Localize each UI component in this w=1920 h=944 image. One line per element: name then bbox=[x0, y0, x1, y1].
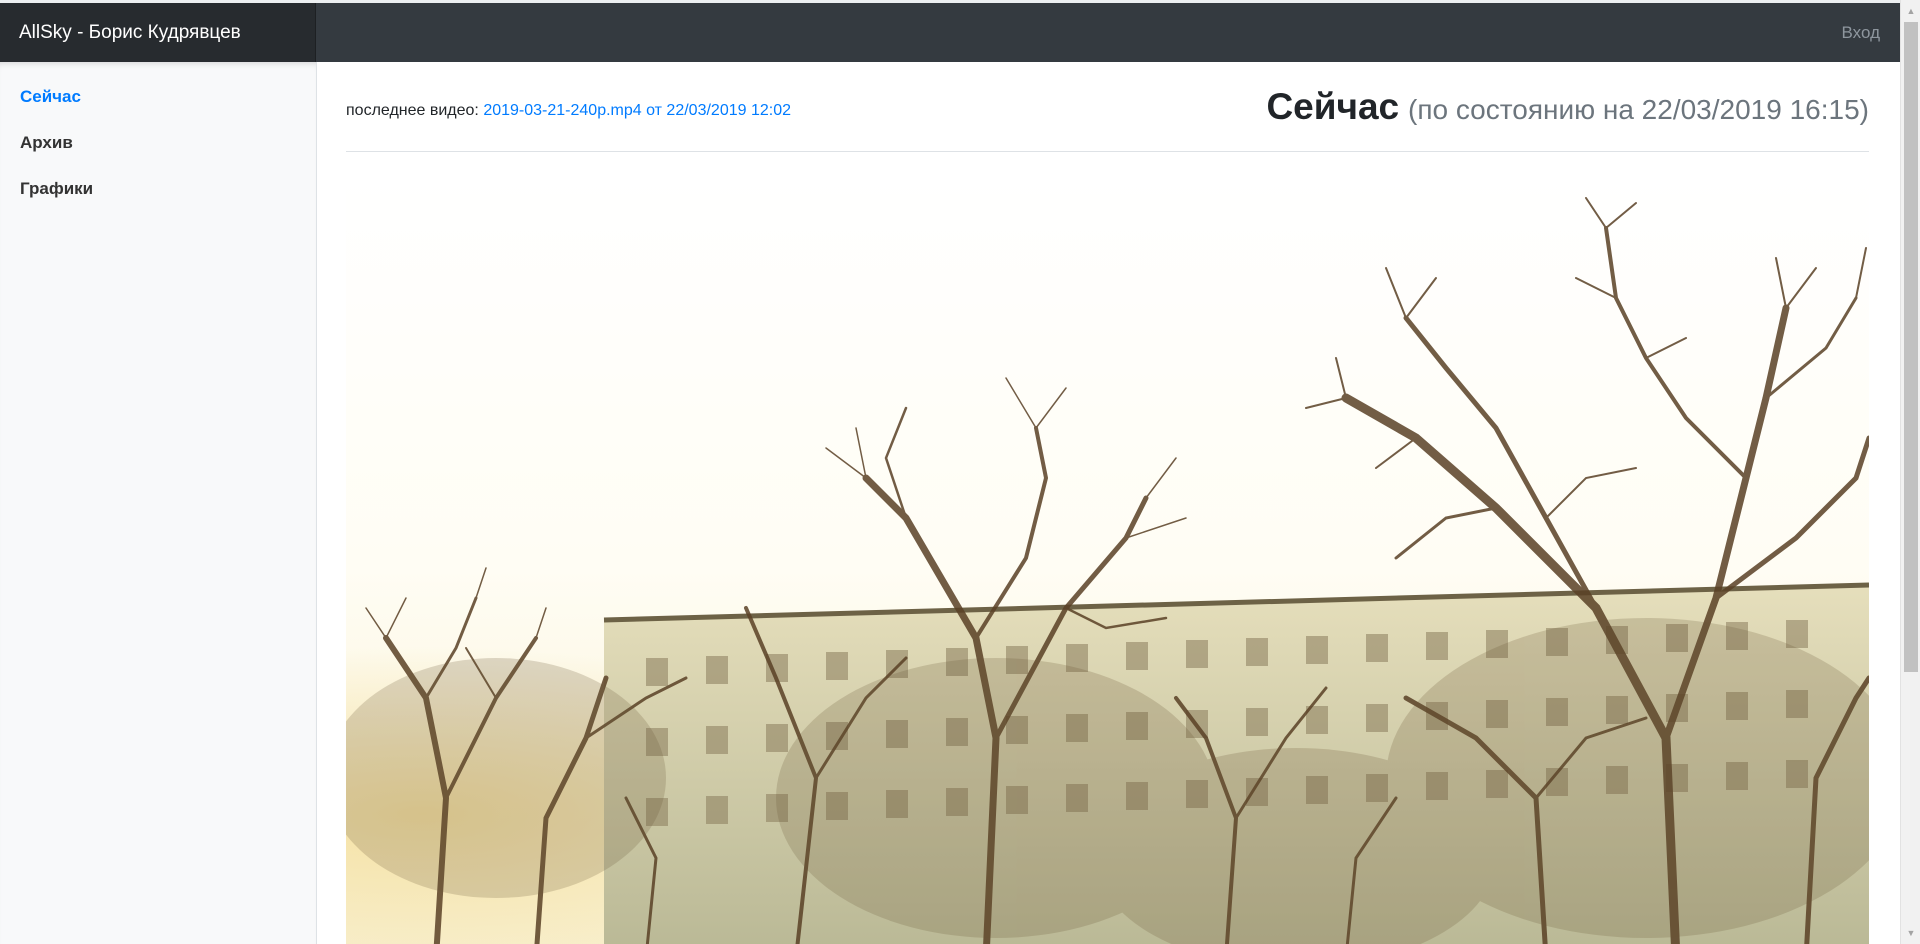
brand-title[interactable]: AllSky - Борис Кудрявцев bbox=[0, 3, 316, 62]
sidebar-item-now[interactable]: Сейчас bbox=[0, 82, 316, 128]
page-scrollbar[interactable]: ▲ ▼ bbox=[1900, 0, 1920, 944]
page-header: последнее видео: 2019-03-21-240p.mp4 от … bbox=[346, 62, 1869, 152]
allsky-camera-image bbox=[346, 178, 1869, 944]
sidebar-item-charts[interactable]: Графики bbox=[0, 174, 316, 220]
page-title-timestamp: (по состоянию на 22/03/2019 16:15) bbox=[1408, 94, 1869, 125]
scroll-down-icon[interactable]: ▼ bbox=[1901, 924, 1920, 942]
scroll-up-icon[interactable]: ▲ bbox=[1901, 2, 1920, 20]
page-title-main: Сейчас bbox=[1266, 86, 1400, 127]
last-video-info: последнее видео: 2019-03-21-240p.mp4 от … bbox=[346, 102, 791, 120]
top-navbar: AllSky - Борис Кудрявцев Вход bbox=[0, 0, 1900, 62]
sidebar-item-archive[interactable]: Архив bbox=[0, 128, 316, 174]
scrollbar-thumb[interactable] bbox=[1904, 22, 1918, 672]
last-video-link[interactable]: 2019-03-21-240p.mp4 от 22/03/2019 12:02 bbox=[483, 102, 791, 119]
main-content: последнее видео: 2019-03-21-240p.mp4 от … bbox=[346, 62, 1869, 944]
sidebar: Сейчас Архив Графики bbox=[0, 62, 317, 944]
last-video-label: последнее видео: bbox=[346, 102, 479, 119]
login-link[interactable]: Вход bbox=[1842, 3, 1880, 62]
page-title: Сейчас (по состоянию на 22/03/2019 16:15… bbox=[1266, 86, 1869, 128]
